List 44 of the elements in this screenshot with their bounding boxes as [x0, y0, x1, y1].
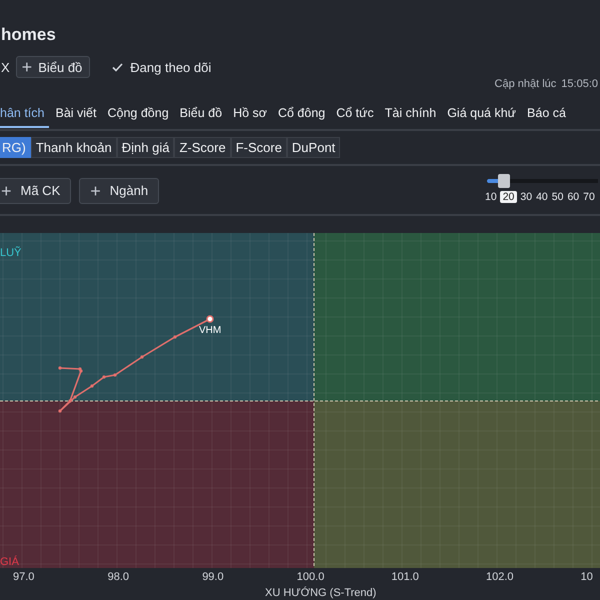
axis-tick-label: 98.0	[108, 571, 130, 584]
indicator-tab[interactable]: RG)	[0, 136, 31, 158]
period-option[interactable]: 70	[582, 190, 596, 203]
nav-tab[interactable]: Cổ đông	[272, 92, 330, 128]
axis-tick-label: 100.0	[296, 571, 324, 584]
indicator-tab[interactable]: DuPont	[286, 136, 340, 158]
nav-tab[interactable]: hân tích	[0, 92, 50, 128]
quadrant-label: LUỸ	[0, 247, 22, 260]
axis-tick-label: 99.0	[202, 571, 224, 584]
nav-tab[interactable]: Báo cá	[522, 92, 571, 128]
indicator-tab[interactable]: Định giá	[116, 136, 174, 158]
axis-title: XU HƯỚNG (S-Trend)	[265, 587, 376, 600]
period-option[interactable]: 10	[484, 190, 498, 203]
stock-title: homes	[1, 25, 57, 45]
axis-tick-label: 102.0	[486, 571, 514, 584]
add-button[interactable]: + Ngành	[79, 178, 160, 204]
update-time: 15:05:0	[561, 78, 598, 90]
axis-tick-label: 97.0	[13, 571, 34, 584]
add-chart-button[interactable]: + Biểu đồ	[16, 56, 90, 78]
nav-tab[interactable]: Tài chính	[380, 92, 442, 128]
nav-tab[interactable]: Giá quá khứ	[442, 92, 522, 128]
quadrant-label: GIÁ	[0, 556, 19, 568]
slider-thumb[interactable]	[498, 174, 510, 188]
period-option[interactable]: 50	[550, 190, 564, 203]
indicator-tab[interactable]: F-Score	[230, 136, 287, 158]
follow-button[interactable]: Đang theo dõi	[106, 53, 218, 76]
indicator-tab[interactable]: Thanh khoản	[30, 136, 117, 158]
axis-tick-label: 101.0	[391, 571, 419, 584]
close-mark[interactable]: X	[1, 53, 10, 75]
period-option[interactable]: 20	[500, 190, 518, 203]
period-option[interactable]: 40	[535, 190, 549, 203]
nav-tab[interactable]: Hồ sơ	[228, 92, 272, 128]
nav-tab[interactable]: Cộng đồng	[102, 92, 174, 128]
update-label: Cập nhật lúc	[494, 78, 556, 90]
period-option[interactable]: 30	[519, 190, 534, 203]
nav-tab[interactable]: Cổ tức	[331, 92, 379, 128]
nav-tab[interactable]: Bài viết	[50, 92, 102, 128]
axis-tick-label: 10	[580, 571, 593, 584]
add-button[interactable]: + Mã CK	[0, 178, 72, 204]
indicator-tab[interactable]: Z-Score	[174, 136, 231, 158]
nav-tab[interactable]: Biểu đồ	[174, 92, 228, 128]
period-option[interactable]: 60	[566, 190, 580, 203]
point-label: VHM	[199, 325, 222, 336]
current-point[interactable]	[206, 315, 214, 323]
